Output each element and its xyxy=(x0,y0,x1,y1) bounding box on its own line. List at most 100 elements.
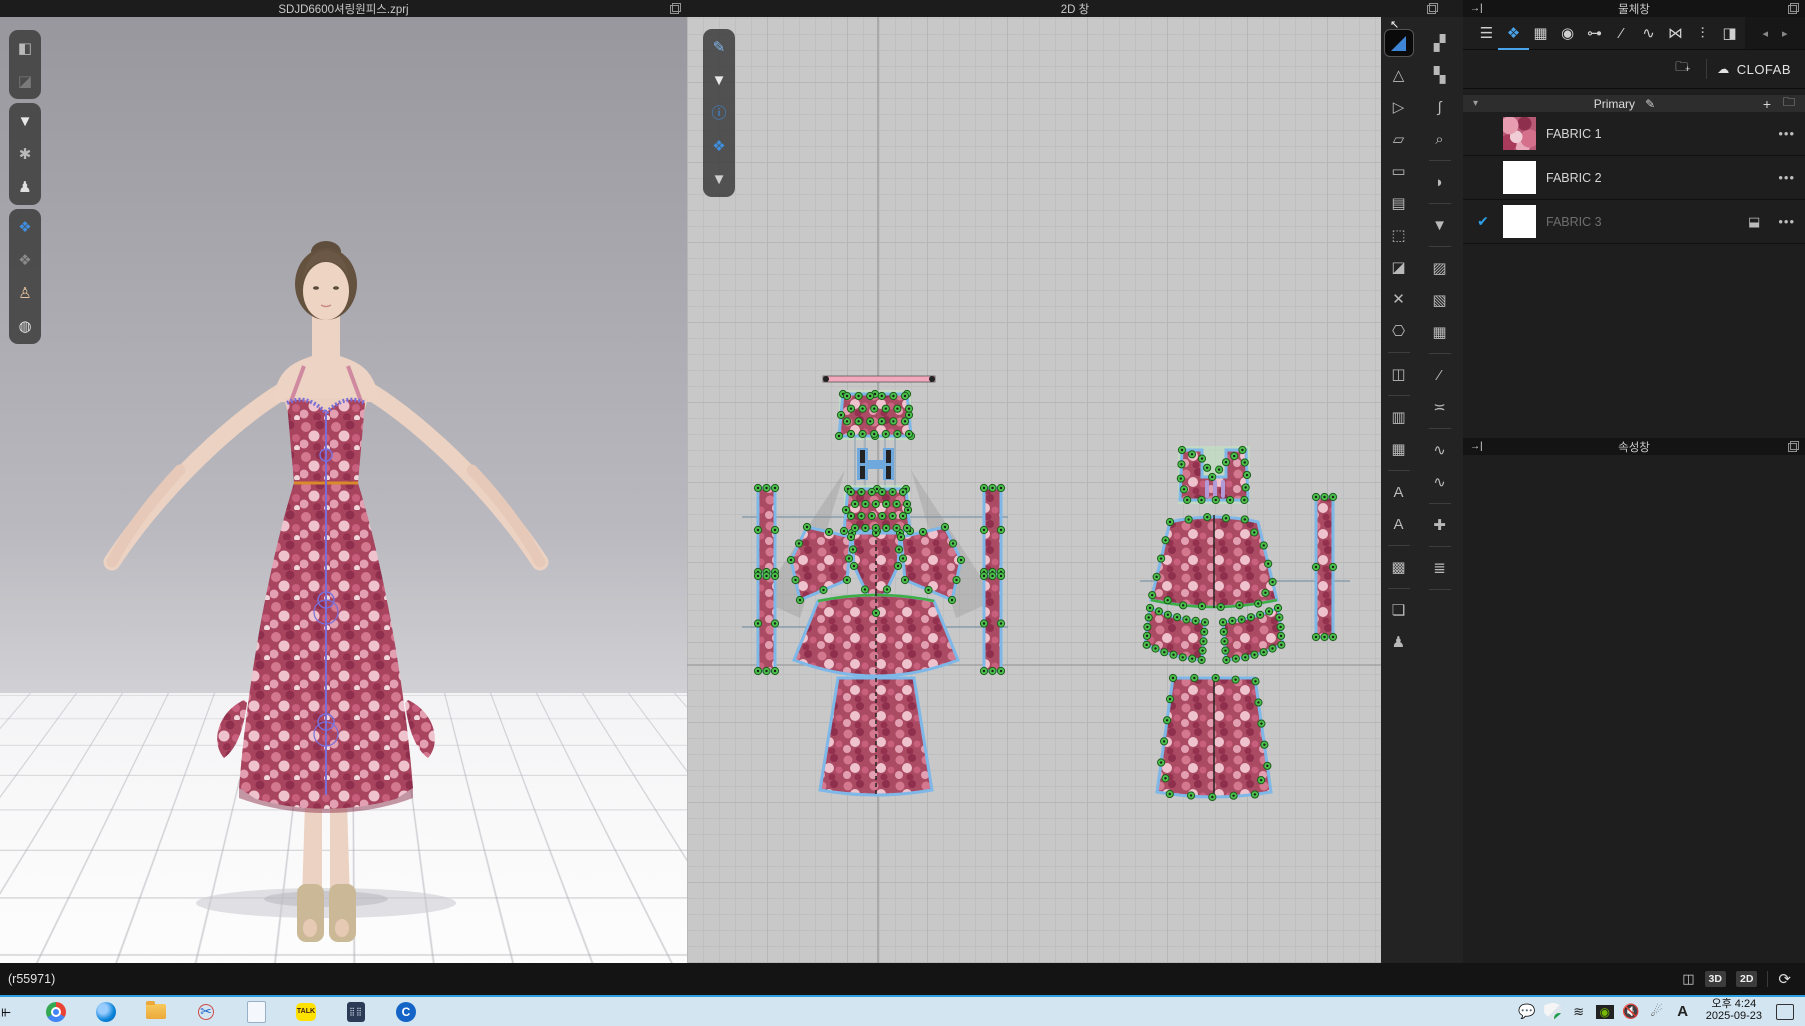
viewport-2d[interactable]: 2D 창 xyxy=(687,0,1463,963)
tab-puckering-icon[interactable]: ∿ xyxy=(1635,20,1662,46)
trash-icon[interactable]: ⬓ xyxy=(1748,214,1760,230)
select-garment-tool[interactable]: ▼ xyxy=(1426,212,1454,238)
viewport-3d[interactable]: SDJD6600셔링원피스.zprj xyxy=(0,0,687,963)
layer-clone-tool[interactable]: ❏ xyxy=(1385,597,1413,623)
shirring-vest-tool[interactable]: ▤ xyxy=(1385,190,1413,216)
grainline-tool[interactable]: ▦ xyxy=(1426,319,1454,345)
tab-topstitch-icon[interactable]: ⁄ xyxy=(1608,20,1635,46)
iron-tool[interactable]: ◗ xyxy=(1426,169,1454,195)
view-cube-icon[interactable]: ◧ xyxy=(12,35,38,61)
badge-2d[interactable]: 2D xyxy=(1736,971,1757,987)
pinned-app-partial-icon[interactable]: ⫦ xyxy=(0,1000,18,1024)
adjust-grain-tool[interactable]: ▧ xyxy=(1426,287,1454,313)
tab-button-icon[interactable]: ◉ xyxy=(1554,20,1581,46)
nvidia-icon[interactable]: ◉ xyxy=(1595,1002,1615,1022)
edge-icon[interactable] xyxy=(94,1000,118,1024)
satellite-tray-icon[interactable]: ☄ xyxy=(1647,1002,1667,1022)
elastic-horizontal-tool[interactable]: ∿ xyxy=(1426,469,1454,495)
clofab-brand[interactable]: ☁ CLOFAB xyxy=(1717,62,1791,77)
snipping-tool-icon[interactable]: ✂ xyxy=(194,1000,218,1024)
clone-as-pattern-tool[interactable]: ♟ xyxy=(1385,629,1413,655)
ruler-tool[interactable]: ▦ xyxy=(1385,436,1413,462)
edit-pattern-tool[interactable]: △ xyxy=(1385,62,1413,88)
notepad-icon[interactable] xyxy=(244,1000,268,1024)
calculator-icon[interactable]: ⣿⣿ xyxy=(344,1000,368,1024)
notification-center-icon[interactable] xyxy=(1775,1002,1795,1022)
fabric-row[interactable]: FABRIC 2••• xyxy=(1463,156,1805,200)
tab-buttonhole-icon[interactable]: ⊶ xyxy=(1581,20,1608,46)
clo-app-icon[interactable]: C xyxy=(394,1000,418,1024)
chevron-down-icon[interactable]: ▾ xyxy=(1473,98,1478,109)
down-padding-tool[interactable]: ≣ xyxy=(1426,555,1454,581)
refresh-icon[interactable]: ⟳ xyxy=(1778,970,1791,988)
inspect-sewing-tool[interactable]: ⌕ xyxy=(1426,126,1454,152)
needle-edit-icon[interactable]: ✎ xyxy=(706,34,732,60)
lock-pattern-icon[interactable]: ▼ xyxy=(706,166,732,192)
chat-bubble-tray-icon[interactable]: 💬 xyxy=(1517,1002,1537,1022)
add-fabric-icon[interactable]: + xyxy=(1763,96,1771,112)
polygon-pattern-tool[interactable]: ▭ xyxy=(1385,158,1413,184)
show-avatar-icon[interactable]: ♟ xyxy=(12,174,38,200)
fabric-row[interactable]: FABRIC 1••• xyxy=(1463,112,1805,156)
edit-text-tool[interactable]: A xyxy=(1385,479,1413,505)
dart-tool[interactable]: ◪ xyxy=(1385,254,1413,280)
split-view-icon[interactable]: ◫ xyxy=(1682,971,1694,987)
fabric-menu-icon[interactable]: ••• xyxy=(1778,126,1795,141)
free-sewing-tool[interactable]: ▚ xyxy=(1426,62,1454,88)
badge-3d[interactable]: 3D xyxy=(1705,971,1726,987)
chrome-icon[interactable] xyxy=(44,1000,68,1024)
wifi-icon[interactable]: ≋ xyxy=(1569,1002,1589,1022)
folder-icon[interactable]: 🗀 xyxy=(1783,93,1795,114)
pleats-tool[interactable]: ▩ xyxy=(1385,554,1413,580)
tab-zipper-icon[interactable]: ⫶ xyxy=(1689,20,1716,46)
tab-texture-icon[interactable]: ▦ xyxy=(1527,20,1554,46)
fabric-texture-icon[interactable]: ❖ xyxy=(706,133,732,159)
fabric-back-icon[interactable]: ❖ xyxy=(12,247,38,273)
edit-curvature-tool[interactable]: ▷ xyxy=(1385,94,1413,120)
pattern-pieces[interactable] xyxy=(687,0,1382,963)
fabric-menu-icon[interactable]: ••• xyxy=(1778,214,1795,229)
tab-bow-icon[interactable]: ⋈ xyxy=(1662,20,1689,46)
fabric-thumbnail[interactable] xyxy=(1503,205,1536,238)
security-shield-icon[interactable] xyxy=(1543,1002,1563,1022)
tab-scroll-right-icon[interactable]: ▸ xyxy=(1782,27,1788,40)
cross-guide-tool[interactable]: ✕ xyxy=(1385,286,1413,312)
garment-fit-dim-icon[interactable]: ◪ xyxy=(12,68,38,94)
cascade-windows-icon[interactable] xyxy=(1788,441,1799,452)
info-icon[interactable]: ⓘ xyxy=(706,100,732,126)
trace-tool[interactable]: ⎔ xyxy=(1385,318,1413,344)
collapse-panel-icon[interactable]: →| xyxy=(1470,4,1482,14)
rectangle-tool[interactable]: ⬚ xyxy=(1385,222,1413,248)
edit-texture-tool[interactable]: ▨ xyxy=(1426,255,1454,281)
fabric-thumbnail[interactable] xyxy=(1503,117,1536,150)
clock[interactable]: 오후 4:24 2025-09-23 xyxy=(1706,998,1762,1025)
tab-paint-icon[interactable]: ◨ xyxy=(1716,20,1743,46)
cascade-windows-icon[interactable] xyxy=(1788,3,1799,14)
volume-muted-icon[interactable]: 🔇 xyxy=(1621,1002,1641,1022)
primary-section-bar[interactable]: ▾ Primary ✎ + 🗀 xyxy=(1463,95,1805,112)
fabric-thumbnail[interactable] xyxy=(1503,161,1536,194)
elastic-vertical-tool[interactable]: ∿ xyxy=(1426,437,1454,463)
avatar-3d[interactable] xyxy=(0,0,687,963)
merge-pattern-tool[interactable]: ✚ xyxy=(1426,512,1454,538)
globe-wireframe-icon[interactable]: ◍ xyxy=(12,313,38,339)
basting-tool[interactable]: ≍ xyxy=(1426,394,1454,420)
text-tool[interactable]: A xyxy=(1385,511,1413,537)
ime-korean-icon[interactable]: A xyxy=(1673,1002,1693,1022)
fabric-row[interactable]: ✔FABRIC 3⬓••• xyxy=(1463,200,1805,244)
tab-scroll-left-icon[interactable]: ◂ xyxy=(1762,27,1768,40)
cascade-windows-icon[interactable] xyxy=(1427,3,1438,14)
edit-measure-tool[interactable]: ▥ xyxy=(1385,404,1413,430)
tab-list-icon[interactable]: ☰ xyxy=(1473,20,1500,46)
fabric-menu-icon[interactable]: ••• xyxy=(1778,170,1795,185)
fold-arrangement-tool[interactable]: ◫ xyxy=(1385,361,1413,387)
show-pattern-icon[interactable]: ▼ xyxy=(706,67,732,93)
collapse-panel-icon[interactable]: →| xyxy=(1470,442,1482,452)
edit-section-icon[interactable]: ✎ xyxy=(1645,97,1655,111)
mannequin-head-icon[interactable]: ♙ xyxy=(12,280,38,306)
transform-pattern-tool[interactable] xyxy=(1385,30,1413,56)
file-explorer-icon[interactable] xyxy=(144,1000,168,1024)
show-garment-icon[interactable]: ▼ xyxy=(12,108,38,134)
add-fabric-file-icon[interactable]: 🗀+ xyxy=(1669,56,1696,82)
pin-garment-icon[interactable]: ✱ xyxy=(12,141,38,167)
